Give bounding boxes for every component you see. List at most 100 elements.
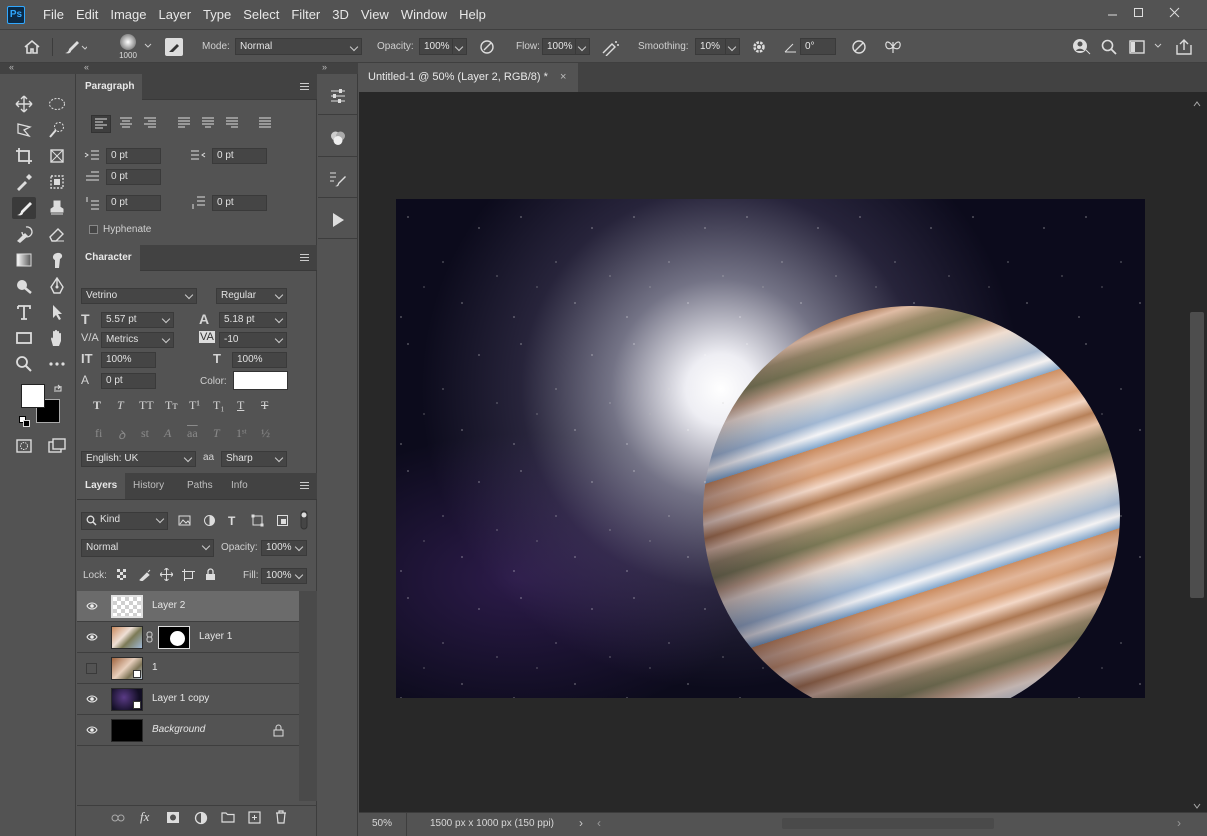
quick-selection-tool[interactable] <box>45 119 69 141</box>
character-panel-menu-icon[interactable] <box>300 254 309 261</box>
quick-mask-button[interactable] <box>12 435 36 457</box>
lock-artboard-icon[interactable] <box>182 569 195 581</box>
filter-type-icon[interactable]: T <box>228 514 241 528</box>
blend-mode-select[interactable]: Normal <box>81 539 214 557</box>
font-size-input[interactable]: 5.57 pt <box>101 312 174 328</box>
justify-all-button[interactable] <box>256 115 276 133</box>
mode-select[interactable]: Normal <box>235 38 362 55</box>
foreground-color-swatch[interactable] <box>21 384 45 408</box>
vertical-scale-input[interactable]: 100% <box>101 352 156 368</box>
visibility-eye-icon[interactable] <box>86 601 98 611</box>
menu-window[interactable]: Window <box>395 0 453 29</box>
zoom-level[interactable]: 50% <box>372 818 392 829</box>
lock-transparent-pixels-icon[interactable] <box>117 569 128 580</box>
faux-bold-button[interactable]: T <box>93 398 101 413</box>
workspace-chevron-icon[interactable] <box>1153 42 1163 50</box>
menu-select[interactable]: Select <box>237 0 285 29</box>
old-style-button[interactable]: ꝺ <box>118 426 125 443</box>
canvas-area[interactable] <box>359 92 1187 812</box>
visibility-toggle-off[interactable] <box>86 663 97 674</box>
language-select[interactable]: English: UK <box>81 451 196 467</box>
opacity-input[interactable]: 100% <box>419 38 453 55</box>
space-after-input[interactable]: 0 pt <box>212 195 267 211</box>
opacity-dropdown[interactable] <box>452 38 467 55</box>
vertical-scroll-thumb[interactable] <box>1190 312 1204 598</box>
account-button[interactable] <box>1070 37 1092 57</box>
workspace-button[interactable] <box>1128 37 1150 57</box>
history-brush-tool[interactable] <box>12 223 36 245</box>
menu-view[interactable]: View <box>355 0 395 29</box>
screen-mode-button[interactable] <box>45 435 69 457</box>
lock-position-icon[interactable] <box>159 567 174 582</box>
leading-input[interactable]: 5.18 pt <box>219 312 287 328</box>
frame-tool[interactable] <box>45 145 69 167</box>
scroll-left-icon[interactable]: ‹ <box>597 816 601 830</box>
close-window-button[interactable] <box>1156 0 1192 24</box>
smudge-tool[interactable] <box>45 249 69 271</box>
close-tab-icon[interactable]: × <box>560 63 566 92</box>
menu-type[interactable]: Type <box>197 0 237 29</box>
visibility-eye-icon[interactable] <box>86 725 98 735</box>
scroll-up-icon[interactable] <box>1193 98 1201 107</box>
collapse-panels-icon[interactable]: « <box>84 62 89 72</box>
tab-history[interactable]: History <box>125 473 172 499</box>
font-style-select[interactable]: Regular <box>216 288 287 304</box>
status-menu-arrow-icon[interactable]: › <box>579 816 583 830</box>
layer-row-layer-1[interactable]: Layer 1 <box>77 622 299 653</box>
menu-3d[interactable]: 3D <box>326 0 355 29</box>
filter-pixel-icon[interactable] <box>178 514 191 527</box>
swap-colors-icon[interactable] <box>53 384 63 394</box>
hyphenate-checkbox[interactable] <box>89 225 98 234</box>
discretionary-ligatures-button[interactable]: st <box>141 426 149 441</box>
lasso-tool[interactable] <box>12 119 36 141</box>
menu-image[interactable]: Image <box>104 0 152 29</box>
document-canvas-image[interactable] <box>396 199 1145 698</box>
link-chain-icon[interactable] <box>146 631 153 643</box>
menu-help[interactable]: Help <box>453 0 492 29</box>
menu-filter[interactable]: Filter <box>285 0 326 29</box>
gradient-tool[interactable] <box>12 249 36 271</box>
scroll-down-icon[interactable] <box>1193 800 1201 809</box>
symmetry-button[interactable] <box>882 37 904 57</box>
smoothing-dropdown[interactable] <box>725 38 740 55</box>
menu-layer[interactable]: Layer <box>153 0 198 29</box>
indent-left-input[interactable]: 0 pt <box>106 148 161 164</box>
layer-name[interactable]: Layer 1 <box>199 631 232 642</box>
filter-toggle-switch[interactable] <box>300 510 308 530</box>
small-caps-button[interactable]: Tᴛ <box>165 398 178 413</box>
lock-all-icon[interactable] <box>205 568 216 581</box>
paragraph-panel-menu-icon[interactable] <box>300 83 309 90</box>
faux-italic-button[interactable]: T <box>117 398 124 413</box>
link-layers-icon[interactable] <box>111 812 125 824</box>
crop-tool[interactable] <box>12 145 36 167</box>
layer-name[interactable]: Layer 1 copy <box>152 693 209 704</box>
tab-paragraph[interactable]: Paragraph <box>77 74 143 100</box>
trash-delete-icon[interactable] <box>275 810 287 824</box>
tab-paths[interactable]: Paths <box>179 473 221 499</box>
search-button[interactable] <box>1099 37 1119 57</box>
brush-preset-picker[interactable] <box>60 37 88 57</box>
menu-file[interactable]: File <box>37 0 70 29</box>
expand-dock-icon[interactable]: » <box>322 62 327 72</box>
pressure-size-button[interactable] <box>849 37 869 57</box>
filter-adjustment-icon[interactable] <box>203 514 216 527</box>
vertical-scrollbar[interactable] <box>1187 92 1207 812</box>
stylistic-alternates-button[interactable]: aa <box>187 426 198 441</box>
tab-layers[interactable]: Layers <box>77 473 126 499</box>
fractions-button[interactable]: ½ <box>261 426 270 441</box>
healing-brush-tool[interactable] <box>45 171 69 193</box>
visibility-eye-icon[interactable] <box>86 694 98 704</box>
font-family-select[interactable]: Vetrino <box>81 288 197 304</box>
justify-right-button[interactable] <box>223 115 243 133</box>
chevron-down-icon[interactable] <box>144 42 152 50</box>
underline-button[interactable]: T <box>237 398 244 413</box>
scroll-right-icon[interactable]: › <box>1177 816 1181 830</box>
tab-character[interactable]: Character <box>77 245 140 271</box>
brush-size-picker[interactable]: 1000 <box>114 32 142 62</box>
add-mask-icon[interactable] <box>166 811 180 824</box>
hand-tool[interactable] <box>45 327 69 349</box>
properties-panel-button[interactable] <box>318 77 357 115</box>
horizontal-scale-input[interactable]: 100% <box>232 352 287 368</box>
brush-settings-panel-button[interactable] <box>165 38 183 56</box>
smoothing-input[interactable]: 10% <box>695 38 726 55</box>
